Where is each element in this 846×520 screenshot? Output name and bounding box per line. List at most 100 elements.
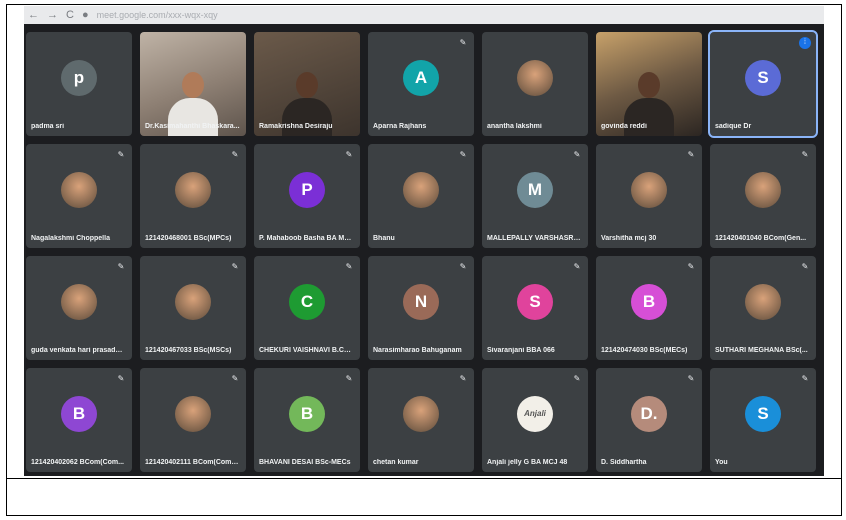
- mic-muted-icon: ✎: [573, 262, 581, 271]
- participant-name: CHEKURI VAISHNAVI B.Co...: [259, 347, 354, 354]
- participant-avatar: C: [289, 283, 325, 320]
- participant-tile[interactable]: S ✎ You: [710, 368, 816, 472]
- participant-tile[interactable]: Dr.Kasimahanthi Bhaskara...: [140, 32, 246, 136]
- mic-muted-icon: ✎: [573, 374, 581, 383]
- participant-name: guda venkata hari prasada ...: [31, 347, 126, 354]
- participant-tile[interactable]: M ✎ MALLEPALLY VARSHASRI B...: [482, 144, 588, 248]
- participant-tile[interactable]: A ✎ Aparna Rajhans: [368, 32, 474, 136]
- participant-photo: [403, 171, 439, 208]
- participant-tile[interactable]: C ✎ CHEKURI VAISHNAVI B.Co...: [254, 256, 360, 360]
- mic-muted-icon: ✎: [117, 374, 125, 383]
- participant-name: Nagalakshmi Choppella: [31, 235, 110, 242]
- participant-tile[interactable]: ✎ Varshitha mcj 30: [596, 144, 702, 248]
- participant-avatar: B: [289, 395, 325, 432]
- participant-name: Anjali jelly G BA MCJ 48: [487, 459, 568, 466]
- participant-name: anantha lakshmi: [487, 123, 542, 130]
- participant-tile[interactable]: B ✎ BHAVANI DESAI BSc-MECs: [254, 368, 360, 472]
- participant-name: 121420468001 BSc(MPCs): [145, 235, 232, 242]
- participant-photo: [61, 283, 97, 320]
- participant-name: Narasimharao Bahuganam: [373, 347, 462, 354]
- participant-avatar-logo: Anjali: [517, 395, 553, 432]
- participant-tile[interactable]: ✎ 121420467033 BSc(MSCs): [140, 256, 246, 360]
- participant-avatar: p: [61, 59, 97, 96]
- participant-tile[interactable]: ✎ 121420402111 BCom(Comp...: [140, 368, 246, 472]
- mic-muted-icon: ✎: [687, 374, 695, 383]
- participant-photo: [61, 171, 97, 208]
- participant-name: Ramakrishna Desiraju: [259, 123, 333, 130]
- meeting-screenshot: ← → C ● meet.google.com/xxx-wqx-xqy p pad…: [24, 6, 824, 476]
- mic-muted-icon: ✎: [345, 374, 353, 383]
- participant-tile[interactable]: ✎ SUTHARI MEGHANA BSc(...: [710, 256, 816, 360]
- participant-tile[interactable]: S ✎ Sivaranjani BBA 066: [482, 256, 588, 360]
- url-text[interactable]: meet.google.com/xxx-wqx-xqy: [97, 10, 218, 20]
- mic-muted-icon: ✎: [459, 262, 467, 271]
- mic-muted-icon: ✎: [459, 150, 467, 159]
- participant-tile[interactable]: govinda reddi: [596, 32, 702, 136]
- participant-name: govinda reddi: [601, 123, 647, 130]
- participant-photo: [175, 283, 211, 320]
- participant-tile[interactable]: S ⁞ sadique Dr: [708, 30, 818, 138]
- participant-name: SUTHARI MEGHANA BSc(...: [715, 347, 808, 354]
- participant-name: 121420474030 BSc(MECs): [601, 347, 688, 354]
- participant-tile[interactable]: p padma sri: [26, 32, 132, 136]
- mic-muted-icon: ✎: [801, 262, 809, 271]
- browser-url-bar[interactable]: ← → C ● meet.google.com/xxx-wqx-xqy: [24, 6, 824, 24]
- participant-name: BHAVANI DESAI BSc-MECs: [259, 459, 351, 466]
- mic-muted-icon: ✎: [801, 150, 809, 159]
- participant-name: chetan kumar: [373, 459, 419, 466]
- participant-avatar: S: [745, 59, 781, 96]
- site-info-icon[interactable]: ●: [82, 9, 89, 21]
- mic-muted-icon: ✎: [345, 262, 353, 271]
- participant-tile[interactable]: Ramakrishna Desiraju: [254, 32, 360, 136]
- forward-icon[interactable]: →: [47, 9, 58, 21]
- participant-tile[interactable]: ✎ Bhanu: [368, 144, 474, 248]
- participant-tile[interactable]: P ✎ P. Mahaboob Basha BA MC...: [254, 144, 360, 248]
- participant-tile[interactable]: B ✎ 121420474030 BSc(MECs): [596, 256, 702, 360]
- participant-name: Sivaranjani BBA 066: [487, 347, 555, 354]
- participant-photo: [745, 171, 781, 208]
- participant-avatar: A: [403, 59, 439, 96]
- participant-name: P. Mahaboob Basha BA MC...: [259, 235, 354, 242]
- mic-muted-icon: ✎: [459, 374, 467, 383]
- participant-name: Dr.Kasimahanthi Bhaskara...: [145, 123, 240, 130]
- participant-name: You: [715, 459, 728, 466]
- participant-tile[interactable]: ✎ Nagalakshmi Choppella: [26, 144, 132, 248]
- frame-divider: [6, 478, 842, 479]
- participant-tile[interactable]: anantha lakshmi: [482, 32, 588, 136]
- participant-tile[interactable]: B ✎ 121420402062 BCom(Com...: [26, 368, 132, 472]
- participant-name: 121420402062 BCom(Com...: [31, 459, 124, 466]
- mic-muted-icon: ✎: [117, 150, 125, 159]
- participant-name: padma sri: [31, 123, 65, 130]
- back-icon[interactable]: ←: [28, 9, 39, 21]
- participant-photo: [175, 395, 211, 432]
- participant-tile[interactable]: D. ✎ D. Siddhartha: [596, 368, 702, 472]
- mic-muted-icon: ✎: [231, 374, 239, 383]
- participant-tile[interactable]: N ✎ Narasimharao Bahuganam: [368, 256, 474, 360]
- participant-name: Bhanu: [373, 235, 395, 242]
- participant-avatar: D.: [631, 395, 667, 432]
- participant-tile[interactable]: ✎ 121420401040 BCom(Gen...: [710, 144, 816, 248]
- reload-icon[interactable]: C: [66, 9, 74, 21]
- participant-name: MALLEPALLY VARSHASRI B...: [487, 235, 582, 242]
- participant-photo: [175, 171, 211, 208]
- participant-name: Aparna Rajhans: [373, 123, 427, 130]
- mic-muted-icon: ✎: [231, 262, 239, 271]
- participant-tile[interactable]: ✎ chetan kumar: [368, 368, 474, 472]
- speaking-indicator-icon: ⁞: [799, 37, 811, 49]
- participant-photo: [403, 395, 439, 432]
- mic-muted-icon: ✎: [459, 38, 467, 47]
- participant-avatar: S: [517, 283, 553, 320]
- participant-name: 121420401040 BCom(Gen...: [715, 235, 807, 242]
- mic-muted-icon: ✎: [231, 150, 239, 159]
- participant-tile[interactable]: ✎ guda venkata hari prasada ...: [26, 256, 132, 360]
- participant-photo: [517, 59, 553, 96]
- participant-name: D. Siddhartha: [601, 459, 647, 466]
- participant-name: 121420402111 BCom(Comp...: [145, 459, 240, 466]
- participant-avatar: N: [403, 283, 439, 320]
- participant-name: Varshitha mcj 30: [601, 235, 657, 242]
- participant-tile[interactable]: ✎ 121420468001 BSc(MPCs): [140, 144, 246, 248]
- participant-avatar: B: [61, 395, 97, 432]
- participant-avatar: B: [631, 283, 667, 320]
- participant-avatar: S: [745, 395, 781, 432]
- participant-tile[interactable]: Anjali ✎ Anjali jelly G BA MCJ 48: [482, 368, 588, 472]
